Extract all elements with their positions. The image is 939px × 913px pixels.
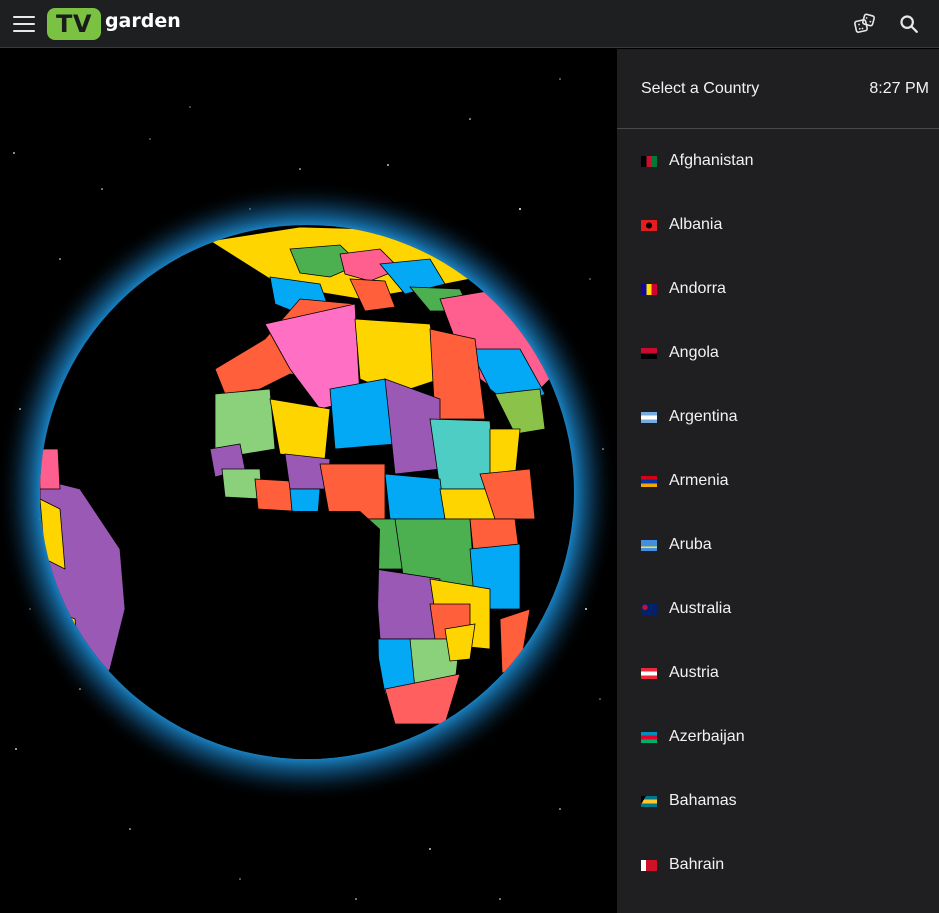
bahrain-flag-icon <box>641 859 657 871</box>
country-name: Andorra <box>669 280 726 297</box>
country-item-armenia[interactable]: Armenia <box>617 449 939 513</box>
country-item-argentina[interactable]: Argentina <box>617 385 939 449</box>
country-name: Aruba <box>669 536 712 553</box>
sidebar-title: Select a Country <box>641 79 760 97</box>
afghanistan-flag-icon <box>641 155 657 167</box>
country-name: Albania <box>669 216 723 233</box>
andorra-flag-icon <box>641 283 657 295</box>
country-list: Afghanistan Albania Andorra Angola Argen… <box>617 129 939 897</box>
globe-view[interactable] <box>0 49 617 913</box>
hamburger-menu-icon[interactable] <box>13 15 35 32</box>
country-item-angola[interactable]: Angola <box>617 321 939 385</box>
logo-tv: TV <box>47 7 101 40</box>
country-item-australia[interactable]: Australia <box>617 577 939 641</box>
country-item-austria[interactable]: Austria <box>617 641 939 705</box>
country-name: Bahrain <box>669 856 725 873</box>
country-name: Austria <box>669 664 719 681</box>
austria-flag-icon <box>641 667 657 679</box>
bahamas-flag-icon <box>641 795 657 807</box>
angola-flag-icon <box>641 347 657 359</box>
country-name: Australia <box>669 600 732 617</box>
globe-canvas[interactable] <box>0 49 617 913</box>
country-name: Angola <box>669 344 719 361</box>
logo[interactable]: TV garden <box>47 0 181 48</box>
country-item-azerbaijan[interactable]: Azerbaijan <box>617 705 939 769</box>
country-item-andorra[interactable]: Andorra <box>617 257 939 321</box>
country-item-aruba[interactable]: Aruba <box>617 513 939 577</box>
country-name: Bahamas <box>669 792 737 809</box>
country-item-bahrain[interactable]: Bahrain <box>617 833 939 897</box>
aruba-flag-icon <box>641 539 657 551</box>
armenia-flag-icon <box>641 475 657 487</box>
country-sidebar: Select a Country 8:27 PM Afghanistan Alb… <box>617 49 939 913</box>
albania-flag-icon <box>641 219 657 231</box>
country-name: Afghanistan <box>669 152 754 169</box>
country-name: Argentina <box>669 408 738 425</box>
clock-time: 8:27 PM <box>869 79 929 97</box>
logo-garden: garden <box>104 9 181 32</box>
country-item-afghanistan[interactable]: Afghanistan <box>617 129 939 193</box>
australia-flag-icon <box>641 603 657 615</box>
sidebar-header: Select a Country 8:27 PM <box>617 49 939 129</box>
country-name: Armenia <box>669 472 729 489</box>
country-item-albania[interactable]: Albania <box>617 193 939 257</box>
argentina-flag-icon <box>641 411 657 423</box>
country-item-bahamas[interactable]: Bahamas <box>617 769 939 833</box>
dice-icon[interactable] <box>853 12 877 36</box>
country-name: Azerbaijan <box>669 728 745 745</box>
azerbaijan-flag-icon <box>641 731 657 743</box>
top-bar: TV garden <box>0 0 939 48</box>
search-icon[interactable] <box>897 12 921 36</box>
